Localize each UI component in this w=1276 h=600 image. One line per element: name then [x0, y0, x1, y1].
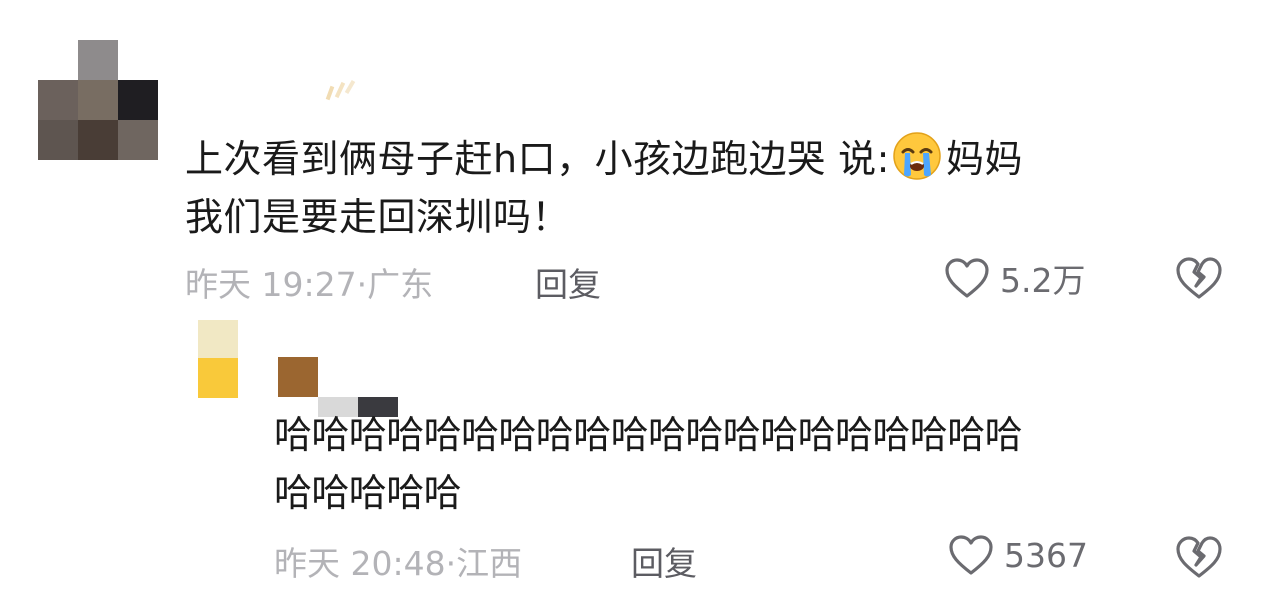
comment-text: 上次看到俩母子赶h口，小孩边跑边哭 说: 妈妈 我们是要走回深圳吗！ [185, 131, 1235, 242]
reply-like-count: 5367 [1004, 535, 1088, 575]
heart-icon [945, 258, 989, 298]
reply-location: 江西 [456, 544, 523, 583]
avatar[interactable] [38, 40, 158, 160]
comment-text-part2: 妈妈 [945, 137, 1023, 181]
reply-text-line2: 哈哈哈哈哈 [274, 471, 462, 515]
comment-text-line2: 我们是要走回深圳吗！ [185, 195, 571, 239]
reply-like-button[interactable]: 5367 [948, 534, 1088, 576]
reply-badge-blurred [278, 357, 318, 397]
comment-meta: 昨天 19:27·广东 [185, 258, 433, 306]
like-count: 5.2万 [1000, 261, 1086, 300]
heart-icon [949, 535, 993, 575]
reply-button[interactable]: 回复 [535, 258, 601, 306]
reply-avatar[interactable] [198, 320, 240, 400]
reply-dislike-button[interactable] [1175, 535, 1223, 583]
reply-time: 昨天 20:48 [274, 544, 446, 583]
crying-face-emoji [893, 132, 941, 180]
reply-reply-button[interactable]: 回复 [631, 537, 697, 585]
reply-meta: 昨天 20:48·江西 [274, 537, 522, 585]
comment-text-line1: 上次看到俩母子赶h口，小孩边跑边哭 说: 妈妈 [185, 131, 1235, 184]
meta-separator: · [356, 265, 368, 304]
dislike-button[interactable] [1175, 256, 1223, 304]
reply-text: 哈哈哈哈哈哈哈哈哈哈哈哈哈哈哈哈哈哈哈哈 哈哈哈哈哈 [274, 410, 1234, 518]
reply-text-line1: 哈哈哈哈哈哈哈哈哈哈哈哈哈哈哈哈哈哈哈哈 [274, 413, 1023, 457]
broken-heart-icon [1176, 257, 1222, 299]
comment-text-part1: 上次看到俩母子赶h口，小孩边跑边哭 说: [185, 137, 890, 181]
like-button[interactable]: 5.2万 [944, 254, 1085, 302]
username-blurred[interactable] [322, 78, 362, 104]
comment-location: 广东 [367, 265, 434, 304]
meta-separator: · [445, 544, 457, 583]
broken-heart-icon [1176, 536, 1222, 578]
comment-time: 昨天 19:27 [185, 265, 357, 304]
